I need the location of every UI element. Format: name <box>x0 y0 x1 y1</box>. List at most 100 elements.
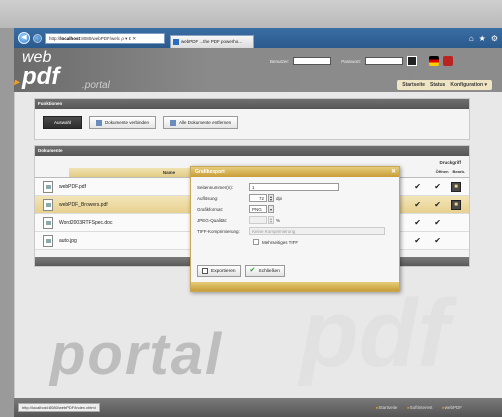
address-bar[interactable]: http://localhost:8080/webPDF/welc ρ ▾ ¢ … <box>45 32 165 44</box>
url-path: :8080/webPDF/welc <box>80 35 121 41</box>
aufloesung-label: Auflösung: <box>197 195 219 201</box>
lock-icon[interactable]: ■ <box>451 199 461 210</box>
close-icon[interactable]: ✕ <box>391 167 396 177</box>
favorites-icon[interactable]: ★ <box>479 34 486 43</box>
app-header: web pdf .portal Benutzer: Passwort: Star… <box>14 48 502 95</box>
check-icon[interactable]: ✔ <box>434 218 441 227</box>
remove-icon <box>170 119 177 126</box>
back-button[interactable]: ◀ <box>18 32 30 44</box>
funktionen-panel: Funktionen Auswahl Dokumente verbinden A… <box>34 98 470 140</box>
remove-all-button[interactable]: Alle Dokumente entfernen <box>163 116 239 129</box>
dialog-title: Grafikexport ✕ <box>191 167 399 177</box>
remove-all-label: Alle Dokumente entfernen <box>179 119 232 125</box>
check-icon[interactable]: ✔ <box>434 182 441 191</box>
status-bar-url: http://localhost:8080/webPDF/index.xhtml <box>18 403 100 412</box>
aufloesung-row: Auflösung: 72 ▴ ▾ dpi <box>197 193 393 203</box>
dialog-title-text: Grafikexport <box>195 169 225 175</box>
doc-file-icon <box>43 216 53 229</box>
jpeg-label: JPEG-Qualität: <box>197 217 228 223</box>
export-label: Exportieren <box>211 268 236 274</box>
url-host: localhost <box>60 35 81 41</box>
format-row: Grafikformat: PNG ▾ <box>197 204 393 214</box>
column-sub-headers: Öffnen Bearb. <box>436 169 465 174</box>
merge-documents-button[interactable]: Dokumente verbinden <box>89 116 157 129</box>
browser-toolbar: ◀ http://localhost:8080/webPDF/welc ρ ▾ … <box>14 28 502 48</box>
jpeg-unit: % <box>276 217 281 223</box>
url-controls[interactable]: ρ ▾ ¢ ✕ <box>121 36 136 41</box>
logo-portal-text: .portal <box>82 80 110 91</box>
username-input[interactable] <box>293 57 332 65</box>
export-icon <box>202 268 208 274</box>
close-button[interactable]: ✔ Schließen <box>244 265 285 277</box>
check-icon[interactable]: ✔ <box>414 218 421 227</box>
english-flag-icon[interactable] <box>443 56 454 66</box>
tiff-select[interactable]: Keine Komprimierung <box>249 227 385 235</box>
home-icon[interactable]: ⌂ <box>469 34 474 43</box>
seiten-input[interactable]: 1 <box>249 183 339 191</box>
file-name: webPDF_Browers.pdf <box>59 201 108 208</box>
column-druckgriff: Druckgriff <box>439 160 461 165</box>
nav-startseite[interactable]: Startseite <box>402 82 425 88</box>
seiten-label: Seitennummer(n): <box>197 184 234 190</box>
pdf-file-icon <box>43 198 53 211</box>
chevron-down-icon[interactable]: ▾ <box>268 205 274 213</box>
german-flag-icon[interactable] <box>429 56 440 66</box>
image-file-icon <box>43 234 53 247</box>
password-label: Passwort: <box>341 58 362 64</box>
webpdf-logo: web pdf .portal <box>14 50 110 95</box>
merge-label: Dokumente verbinden <box>105 119 150 125</box>
mehrseitig-checkbox[interactable] <box>253 239 259 245</box>
main-nav: Startseite Status Konfiguration ▾ <box>397 80 492 90</box>
column-bearbeiten: Bearb. <box>452 169 465 174</box>
password-input[interactable] <box>365 57 404 65</box>
mehrseitig-row: Mehrseitiges TIFF <box>197 237 393 247</box>
checkmark-icon: ✔ <box>249 267 256 274</box>
background-portal-logo: portal <box>50 322 224 387</box>
auswahl-label: Auswahl <box>54 119 72 125</box>
format-select[interactable]: PNG <box>249 205 267 213</box>
close-label: Schließen <box>258 268 280 274</box>
pdf-file-icon <box>43 180 53 193</box>
funktionen-title: Funktionen <box>35 99 469 109</box>
tools-gear-icon[interactable]: ⚙ <box>491 34 498 43</box>
aufloesung-input[interactable]: 72 <box>249 194 267 202</box>
footer-link-startseite[interactable]: Startseite <box>376 405 397 411</box>
check-icon[interactable]: ✔ <box>434 236 441 245</box>
file-name: Word2003RTFSpec.doc <box>59 219 113 226</box>
jpeg-row: JPEG-Qualität: ▴ ▾ % <box>197 215 393 225</box>
format-label: Grafikformat: <box>197 206 224 212</box>
file-name: auto.jpg <box>59 237 77 244</box>
username-label: Benutzer: <box>270 58 290 64</box>
nav-konfiguration[interactable]: Konfiguration ▾ <box>450 82 487 88</box>
seiten-row: Seitennummer(n): 1 <box>197 182 393 192</box>
url-prefix: http:// <box>49 35 61 41</box>
tiff-label: TIFF-Komprimierung: <box>197 228 240 234</box>
grafikexport-dialog: Grafikexport ✕ Seitennummer(n): 1 Auflös… <box>190 166 400 292</box>
footer-nav: Startseite Softinterest webPDF <box>376 405 462 411</box>
browser-tab[interactable]: webPDF ...the PDF powerho... <box>170 35 254 48</box>
column-oeffnen: Öffnen <box>435 169 449 174</box>
file-name: webPDF.pdf <box>59 183 86 190</box>
login-form: Benutzer: Passwort: <box>270 56 454 66</box>
footer-link-softinterest[interactable]: Softinterest <box>407 405 433 411</box>
check-icon[interactable]: ✔ <box>414 236 421 245</box>
check-icon[interactable]: ✔ <box>434 200 441 209</box>
check-icon[interactable]: ✔ <box>414 182 421 191</box>
login-icon[interactable] <box>407 56 418 66</box>
jpeg-stepper[interactable]: ▴ ▾ <box>268 216 274 224</box>
background-pdf-watermark: pdf <box>300 280 450 387</box>
mehrseitig-label: Mehrseitiges TIFF <box>262 239 299 245</box>
tiff-row: TIFF-Komprimierung: Keine Komprimierung <box>197 226 393 236</box>
aufloesung-stepper[interactable]: ▴ ▾ <box>268 194 274 202</box>
screen-top-strip <box>0 0 502 28</box>
forward-button[interactable] <box>33 33 42 43</box>
dialog-footer <box>191 282 399 291</box>
check-icon[interactable]: ✔ <box>414 200 421 209</box>
jpeg-input[interactable] <box>249 216 267 224</box>
dokumente-title: Dokumente <box>35 146 469 156</box>
nav-status[interactable]: Status <box>430 82 445 88</box>
lock-icon[interactable]: ■ <box>451 181 461 192</box>
footer-link-webpdf[interactable]: webPDF <box>442 405 462 411</box>
auswahl-button[interactable]: Auswahl <box>43 116 83 129</box>
export-button[interactable]: Exportieren <box>197 265 241 277</box>
